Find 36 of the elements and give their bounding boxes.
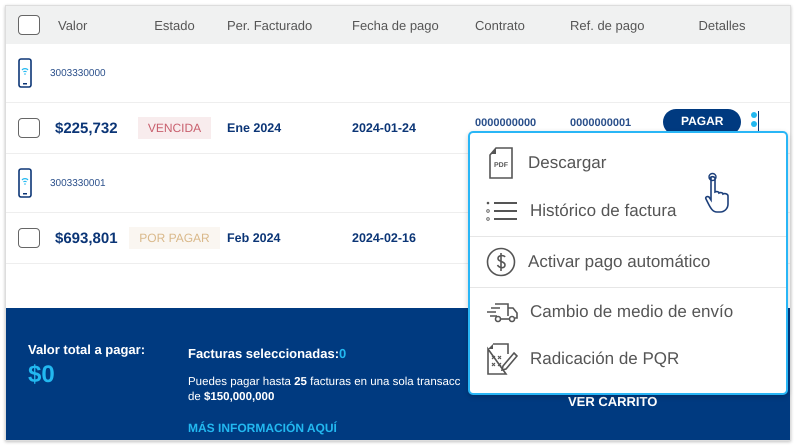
more-info-link[interactable]: MÁS INFORMACIÓN AQUÍ: [188, 421, 488, 435]
invoice-value: $693,801: [54, 230, 119, 246]
invoice-checkbox[interactable]: [18, 118, 40, 138]
column-header: Detalles: [698, 18, 746, 32]
total-amount: $0: [28, 361, 56, 389]
payment-date: 2024-02-16: [351, 231, 417, 245]
contract-number: 0000000000: [474, 117, 538, 129]
form-icon: [486, 342, 518, 374]
invoice-checkbox[interactable]: [18, 228, 40, 248]
phone-icon: [18, 58, 32, 88]
status-badge: VENCIDA: [138, 117, 212, 139]
menu-item[interactable]: Cambio de medio de envío: [470, 288, 786, 335]
menu-item[interactable]: Radicación de PQR: [470, 335, 786, 382]
selected-invoices: Facturas seleccionadas:0: [188, 346, 348, 361]
phone-icon: [18, 168, 32, 198]
line-number: 3003330000: [50, 68, 106, 78]
billing-period: Ene 2024: [226, 121, 282, 135]
select-all-checkbox[interactable]: [18, 15, 40, 35]
column-header: Fecha de pago: [351, 18, 439, 32]
line-number: 3003330001: [50, 178, 106, 188]
invoice-value: $225,732: [54, 120, 119, 136]
column-header: Per. Facturado: [226, 18, 312, 32]
column-header: Ref. de pago: [569, 18, 644, 32]
column-header: Contrato: [474, 18, 525, 32]
payment-reference: 0000000001: [569, 117, 632, 129]
status-badge: POR PAGAR: [129, 227, 220, 249]
column-header: Estado: [154, 18, 195, 32]
column-header: Valor: [57, 18, 88, 32]
payment-limit-text: Puedes pagar hasta 25 facturas en una sola transacc de $150,000,000: [188, 375, 462, 405]
dollar-icon: [486, 247, 516, 277]
list-icon: [486, 201, 518, 221]
kebab-menu-icon[interactable]: [751, 111, 760, 131]
payment-date: 2024-01-24: [351, 121, 417, 135]
billing-period: Feb 2024: [226, 231, 282, 245]
menu-item[interactable]: Activar pago automático: [470, 237, 786, 288]
total-label: Valor total a pagar:: [28, 342, 146, 357]
